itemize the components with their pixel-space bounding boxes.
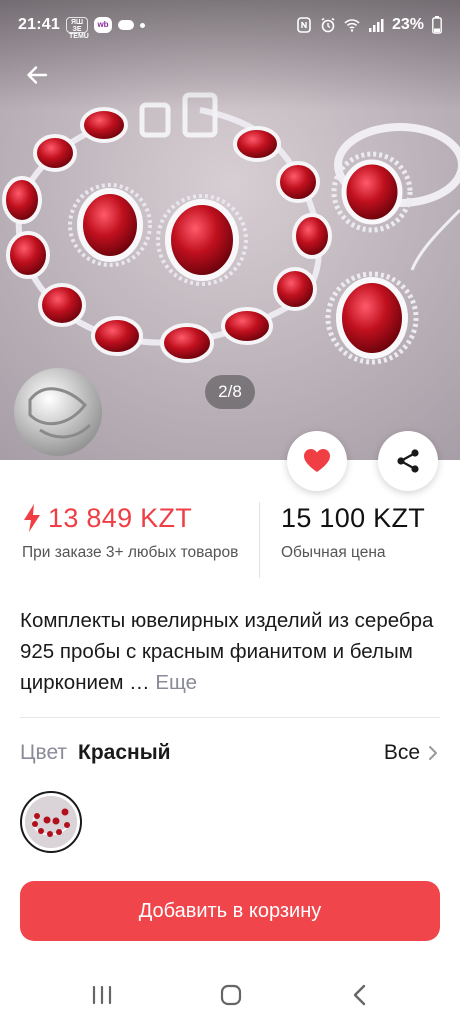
wb-icon: wb (94, 17, 112, 33)
jewelry-thumbnail (25, 796, 77, 848)
wifi-icon (344, 19, 360, 32)
recent-apps-button[interactable] (82, 980, 122, 1010)
price-divider (259, 502, 260, 578)
swatch-thumbnail (25, 796, 77, 848)
regular-price-value: 15 100 KZT (281, 503, 426, 533)
share-button[interactable] (378, 431, 438, 491)
home-button[interactable] (211, 980, 251, 1010)
temu-icon: ЯШ ЗЕ TEMU (66, 17, 89, 40)
all-colors-link[interactable]: Все (384, 741, 438, 765)
back-button[interactable] (20, 58, 54, 92)
chevron-left-icon (353, 984, 366, 1006)
regular-price: 15 100 KZT Обычная цена (281, 496, 451, 563)
home-icon (220, 984, 242, 1006)
product-screen: 21:41 ЯШ ЗЕ TEMU wb 23% 2/8 13 849 KZT П… (0, 0, 460, 1024)
promo-price-row: 13 849 KZT (22, 496, 250, 540)
signal-icon (368, 19, 384, 32)
status-app-icons: ЯШ ЗЕ TEMU wb (66, 17, 145, 40)
lightning-icon (24, 504, 40, 532)
recent-apps-icon (92, 985, 112, 1005)
color-label: Цвет (20, 741, 68, 764)
battery-icon (432, 16, 442, 34)
share-icon (397, 449, 419, 473)
more-link[interactable]: Еще (155, 671, 197, 694)
promo-price-value: 13 849 KZT (48, 502, 193, 533)
promo-price: 13 849 KZT При заказе 3+ любых товаров (22, 496, 250, 563)
regular-price-note: Обычная цена (281, 544, 386, 561)
chevron-right-icon (429, 746, 437, 760)
arrow-left-icon (27, 66, 48, 84)
description-text: Комплекты ювелирных изделий из серебра 9… (20, 609, 434, 694)
add-to-cart-button[interactable]: Добавить в корзину (20, 881, 440, 941)
system-nav-bar (0, 968, 460, 1024)
system-back-button[interactable] (340, 980, 380, 1010)
alarm-icon (321, 17, 335, 33)
divider (20, 717, 440, 718)
promo-price-note: При заказе 3+ любых товаров (22, 544, 239, 561)
all-colors-label: Все (383, 741, 420, 764)
heart-icon (304, 449, 330, 472)
battery-level: 23% (391, 16, 424, 33)
product-description: Комплекты ювелирных изделий из серебра 9… (20, 605, 440, 698)
status-system-icons: 23% (296, 16, 442, 34)
color-selector-row[interactable]: Цвет Красный Все (20, 738, 440, 770)
cloud-icon (118, 20, 134, 30)
status-bar: 21:41 ЯШ ЗЕ TEMU wb 23% (0, 0, 460, 52)
price-block: 13 849 KZT При заказе 3+ любых товаров 1… (0, 496, 460, 586)
notification-dot (140, 22, 145, 28)
gallery-counter: 2/8 (205, 375, 255, 409)
color-swatch-selected[interactable] (20, 791, 82, 853)
color-value: Красный (78, 741, 171, 764)
nfc-icon (297, 17, 311, 33)
favorite-button[interactable] (287, 431, 347, 491)
status-time: 21:41 (18, 16, 60, 33)
